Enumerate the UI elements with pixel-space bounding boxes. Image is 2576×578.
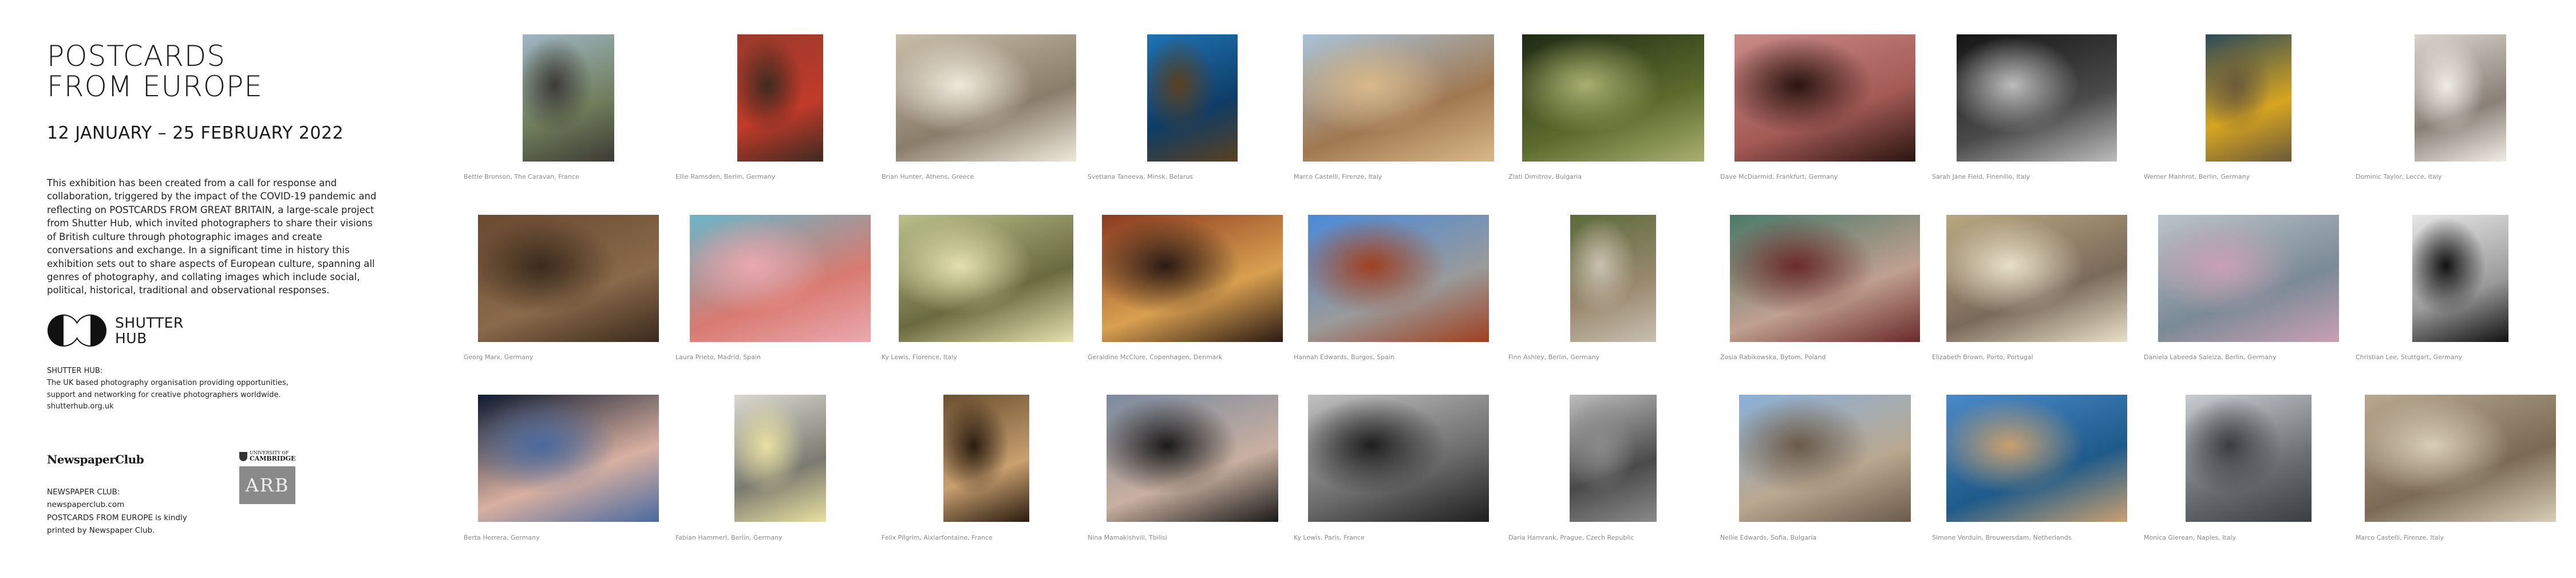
photo-caption: Nina Mamakishvili, Tbilisi (1088, 534, 1167, 541)
photo-caption: Christian Lee, Stuttgart, Germany (2356, 353, 2463, 361)
photo (943, 395, 1029, 522)
photo-caption: Sarah Jane Field, Finenillo, Italy (1932, 173, 2030, 180)
logo-line-1: SHUTTER (115, 314, 184, 331)
newspaper-club-line-1: POSTCARDS FROM EUROPE is kindly (47, 513, 187, 522)
photo-caption: Geraldine McClure, Copenhagen, Denmark (1088, 353, 1223, 361)
photo-caption: Brian Hunter, Athens, Greece (882, 173, 974, 180)
photo (1302, 34, 1494, 162)
photo (737, 34, 823, 162)
arb-logo: ARB (239, 466, 295, 504)
photo (1522, 34, 1704, 162)
photo (1106, 395, 1278, 522)
shutter-hub-line-2: support and networking for creative phot… (47, 390, 281, 399)
photo (896, 34, 1076, 162)
photo (2205, 34, 2291, 162)
photo-caption: Dominic Taylor, Lecce, Italy (2356, 173, 2442, 180)
photo (2414, 34, 2506, 162)
photo (1307, 215, 1489, 342)
photo-caption: Daniela Labeeda Saleiza, Berlin, Germany (2144, 353, 2277, 361)
photo-caption: Finn Ashley, Berlin, Germany (1508, 353, 1600, 361)
photo (477, 395, 659, 522)
photo-caption: Zlati Dimitrov, Bulgaria (1508, 173, 1582, 180)
newspaper-club-logo: NewspaperClub (47, 453, 144, 466)
photo-caption: Felix Pilgrim, Aixlarfontaine, France (882, 534, 993, 541)
cambridge-logo: UNIVERSITY OF CAMBRIDGE (239, 450, 297, 463)
photo-caption: Bettie Bronson, The Caravan, France (464, 173, 579, 180)
photo-caption: Nellie Edwards, Sofia, Bulgaria (1720, 534, 1817, 541)
title-line-2: FROM EUROPE (47, 69, 263, 103)
photo (734, 395, 826, 522)
exhibition-dates: 12 JANUARY – 25 FEBRUARY 2022 (47, 123, 344, 143)
photo (2158, 215, 2339, 342)
photo (1307, 395, 1489, 522)
photo (2185, 395, 2312, 522)
photo-caption: Dave McDiarmid, Frankfurt, Germany (1720, 173, 1838, 180)
photo-caption: Laura Prieto, Madrid, Spain (675, 353, 761, 361)
shutter-hub-logo-icon (48, 314, 106, 347)
photo (1570, 215, 1656, 342)
photo (2412, 215, 2508, 342)
shutter-hub-logo: SHUTTER HUB (47, 314, 184, 347)
photo-caption: Ky Lewis, Paris, France (1294, 534, 1365, 541)
title-line-1: POSTCARDS (47, 40, 226, 73)
left-panel: POSTCARDS FROM EUROPE 12 JANUARY – 25 FE… (47, 41, 390, 297)
photo (1729, 215, 1920, 342)
photo (1946, 395, 2127, 522)
photo-caption: Simone Verduin, Brouwersdam, Netherlands (1932, 534, 2072, 541)
photo-caption: Elizabeth Brown, Porto, Portugal (1932, 353, 2033, 361)
cambridge-line-2: CAMBRIDGE (250, 455, 296, 463)
photo-caption: Marco Castelli, Firenze, Italy (1294, 173, 1382, 180)
photo (1956, 34, 2117, 162)
crest-icon (239, 451, 247, 461)
photo (899, 215, 1073, 342)
photo-caption: Marco Castelli, Firenze, Italy (2356, 534, 2444, 541)
photo-caption: Berta Herrera, Germany (464, 534, 540, 541)
photo (1739, 395, 1911, 522)
intro-text: This exhibition has been created from a … (47, 178, 377, 296)
newspaper-club-url[interactable]: newspaperclub.com (47, 498, 230, 511)
cambridge-arb-logo: UNIVERSITY OF CAMBRIDGE ARB (239, 450, 297, 504)
shutter-hub-info: SHUTTER HUB: The UK based photography or… (47, 365, 305, 413)
photo (689, 215, 871, 342)
shutter-hub-heading: SHUTTER HUB: (47, 367, 103, 375)
photo-caption: Daria Hamrank, Prague, Czech Republic (1508, 534, 1634, 541)
photo (477, 215, 659, 342)
photo (1101, 215, 1283, 342)
photo (1734, 34, 1915, 162)
newspaper-club-heading: NEWSPAPER CLUB: (47, 487, 120, 497)
photo-caption: Werner Manhrot, Berlin, Germany (2144, 173, 2250, 180)
shutter-hub-url[interactable]: shutterhub.org.uk (47, 401, 305, 413)
photo (1946, 215, 2127, 342)
photo (1147, 34, 1238, 162)
newspaper-club-info: NEWSPAPER CLUB: newspaperclub.com POSTCA… (47, 486, 230, 537)
photo-caption: Zosia Rabikowska, Bytom, Poland (1720, 353, 1826, 361)
photo-caption: Ky Lewis, Florence, Italy (882, 353, 957, 361)
exhibition-title: POSTCARDS FROM EUROPE (47, 41, 390, 101)
newspaper-club-line-2: printed by Newspaper Club. (47, 525, 155, 535)
photo-caption: Svetlana Taneeva, Minsk, Belarus (1088, 173, 1193, 180)
photo-caption: Monica Glerean, Naples, Italy (2144, 534, 2236, 541)
newspaper-club-logo-text: NewspaperClub (47, 453, 144, 466)
photo-caption: Fabian Hammerl, Berlin, Germany (675, 534, 783, 541)
photo-caption: Hannah Edwards, Burgos, Spain (1294, 353, 1394, 361)
logo-line-2: HUB (115, 330, 147, 347)
shutter-hub-logo-text: SHUTTER HUB (115, 314, 184, 347)
shutter-hub-line-1: The UK based photography organisation pr… (47, 378, 289, 387)
photo (522, 34, 614, 162)
photo (2364, 395, 2556, 522)
photo-caption: Ellie Ramsden, Berlin, Germany (675, 173, 776, 180)
photo-caption: Georg Marx, Germany (464, 353, 534, 361)
photo (1569, 395, 1657, 522)
